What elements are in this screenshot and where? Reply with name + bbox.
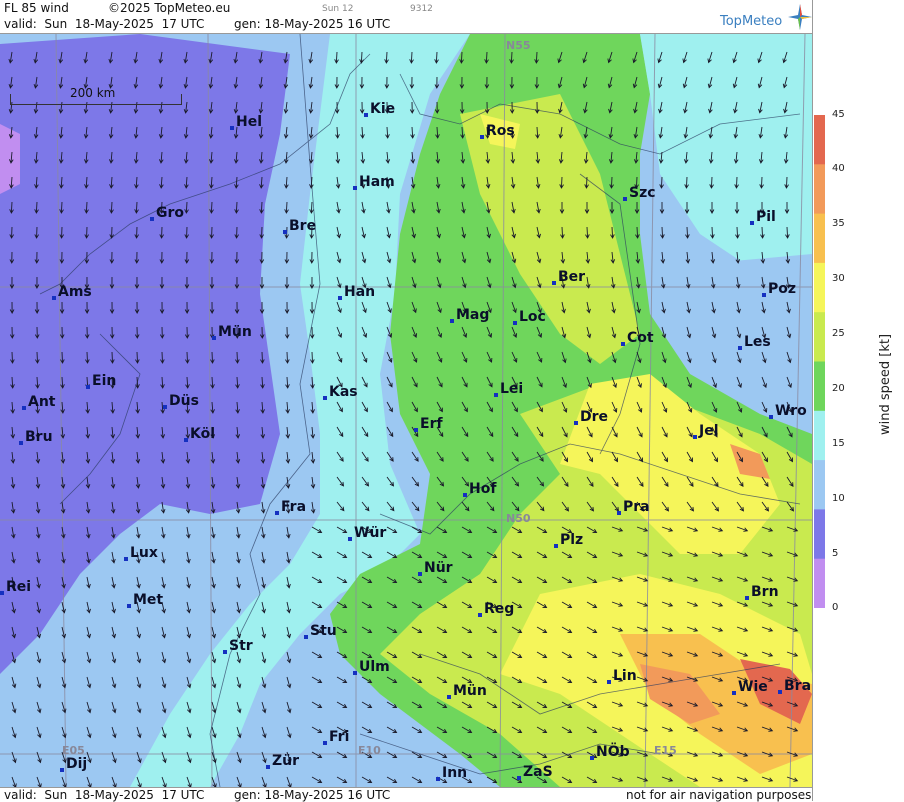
product-title: FL 85 wind	[4, 1, 69, 15]
legend-tick: 20	[832, 383, 845, 394]
city-marker[interactable]: Hel	[230, 114, 262, 130]
city-marker[interactable]: Lin	[607, 668, 637, 684]
city-marker[interactable]: Bru	[19, 429, 53, 445]
city-marker[interactable]: Dre	[574, 409, 608, 425]
city-marker[interactable]: Han	[338, 284, 375, 300]
city-marker[interactable]: Kie	[364, 101, 395, 117]
city-marker[interactable]: Les	[738, 334, 771, 350]
color-bar-segment	[814, 164, 825, 215]
disclaimer: not for air navigation purposes	[626, 788, 812, 802]
wind-field-svg	[0, 34, 812, 787]
city-marker[interactable]: Hof	[463, 481, 496, 497]
color-bar-segment	[814, 460, 825, 510]
legend-tick: 10	[832, 493, 845, 504]
grid-label-n55: N55	[506, 39, 531, 52]
city-marker[interactable]: Nür	[418, 560, 453, 576]
city-marker[interactable]: Wür	[348, 525, 386, 541]
grid-label-n50: N50	[506, 512, 531, 525]
city-marker[interactable]: Loc	[513, 309, 546, 325]
run-id: 9312	[410, 4, 433, 14]
color-bar-segment	[814, 115, 825, 165]
city-marker[interactable]: Ulm	[353, 659, 390, 675]
city-marker[interactable]: Düs	[163, 393, 199, 409]
city-marker[interactable]: Lux	[124, 545, 158, 561]
color-bar-segment	[814, 558, 825, 608]
city-marker[interactable]: Ams	[52, 284, 92, 300]
city-marker[interactable]: NÖb	[590, 744, 630, 760]
compass-star-icon	[788, 4, 812, 30]
generation-time: gen: 18-May-2025 16 UTC	[234, 17, 391, 31]
city-marker[interactable]: Zür	[266, 753, 299, 769]
color-bar-segment	[814, 410, 825, 461]
city-marker[interactable]: Wro	[769, 403, 807, 419]
legend-tick: 5	[832, 548, 839, 559]
legend-tick: 40	[832, 163, 845, 174]
logo-text: TopMeteo	[720, 14, 783, 29]
city-marker[interactable]: Ant	[22, 394, 56, 410]
copyright: ©2025 TopMeteo.eu	[108, 1, 231, 15]
city-marker[interactable]: Kas	[323, 384, 358, 400]
city-marker[interactable]: Brn	[745, 584, 779, 600]
grid-label-e10: E10	[358, 744, 381, 757]
city-marker[interactable]: Erf	[414, 416, 443, 432]
color-bar-segment	[814, 509, 825, 560]
city-marker[interactable]: Met	[127, 592, 163, 608]
city-marker[interactable]: Str	[223, 638, 253, 654]
city-marker[interactable]: Bre	[283, 218, 316, 234]
city-marker[interactable]: Köl	[184, 426, 215, 442]
valid-time: valid: Sun 18-May-2025 17 UTC	[4, 17, 205, 31]
city-marker[interactable]: Pra	[617, 499, 650, 515]
city-marker[interactable]: Stu	[304, 623, 337, 639]
legend-tick: 15	[832, 438, 845, 449]
map-header: FL 85 wind ©2025 TopMeteo.eu Sun 12 9312…	[0, 0, 812, 34]
city-marker[interactable]: Lei	[494, 381, 523, 397]
topmeteo-logo: TopMeteo	[720, 4, 812, 30]
legend-tick: 0	[832, 602, 839, 613]
legend-tick: 45	[832, 109, 845, 120]
color-bar-segment	[814, 262, 825, 313]
city-marker[interactable]: Bra	[778, 678, 811, 694]
city-marker[interactable]: Rei	[0, 579, 31, 595]
city-marker[interactable]: ZaS	[517, 764, 553, 780]
wind-map[interactable]: 200 km N55 N50 E05 E10 E15 Kie Hel Ros H…	[0, 34, 812, 787]
legend-title: wind speed [kt]	[878, 333, 893, 435]
color-bar-segment	[814, 312, 825, 362]
legend-tick: 25	[832, 328, 845, 339]
city-marker[interactable]: Pil	[750, 209, 776, 225]
grid-label-e15: E15	[654, 744, 677, 757]
city-marker[interactable]: Mün	[212, 324, 252, 340]
city-marker[interactable]: Ham	[353, 174, 395, 190]
city-marker[interactable]: Ein	[86, 373, 116, 389]
city-marker[interactable]: Inn	[436, 765, 467, 781]
city-marker[interactable]: Gro	[150, 205, 184, 221]
city-marker[interactable]: Ber	[552, 269, 585, 285]
city-marker[interactable]: Ros	[480, 123, 515, 139]
city-marker[interactable]: Jel	[693, 423, 719, 439]
city-marker[interactable]: Reg	[478, 601, 514, 617]
city-marker[interactable]: Wie	[732, 679, 768, 695]
run-label: Sun 12	[322, 4, 354, 14]
city-marker[interactable]: Fri	[323, 729, 349, 745]
city-marker[interactable]: Szc	[623, 185, 656, 201]
footer-generation-time: gen: 18-May-2025 16 UTC	[234, 788, 391, 802]
footer-valid-time: valid: Sun 18-May-2025 17 UTC	[4, 788, 205, 802]
city-marker[interactable]: Plz	[554, 532, 583, 548]
color-bar-segment	[814, 213, 825, 264]
map-footer: valid: Sun 18-May-2025 17 UTC gen: 18-Ma…	[0, 787, 812, 802]
city-marker[interactable]: Poz	[762, 281, 796, 297]
scale-label: 200 km	[70, 86, 116, 100]
color-bar-segment	[814, 361, 825, 412]
color-bar	[814, 115, 825, 608]
legend-tick: 35	[832, 218, 845, 229]
city-marker[interactable]: Dij	[60, 756, 87, 772]
legend-tick: 30	[832, 273, 845, 284]
city-marker[interactable]: Mün	[447, 683, 487, 699]
city-marker[interactable]: Fra	[275, 499, 306, 515]
city-marker[interactable]: Cot	[621, 330, 654, 346]
city-marker[interactable]: Mag	[450, 307, 489, 323]
